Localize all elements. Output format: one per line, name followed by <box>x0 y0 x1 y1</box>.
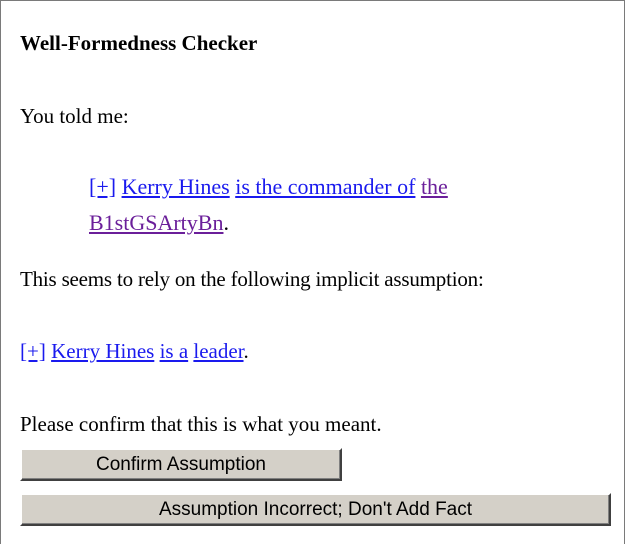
assumption-incorrect-button[interactable]: Assumption Incorrect; Don't Add Fact <box>20 493 611 526</box>
assumption-object-link[interactable]: leader <box>193 339 243 363</box>
assumption-intro-text: This seems to rely on the following impl… <box>20 267 484 291</box>
told-label: You told me: <box>20 104 129 128</box>
expand-fact-link[interactable]: [+] <box>89 174 116 199</box>
page-title: Well-Formedness Checker <box>20 31 258 55</box>
expand-assumption-link[interactable]: [+] <box>20 339 46 363</box>
checker-panel: Well-Formedness Checker You told me: [+]… <box>0 0 625 544</box>
confirm-assumption-button[interactable]: Confirm Assumption <box>20 448 342 481</box>
confirm-prompt: Please confirm that this is what you mea… <box>20 412 382 436</box>
assumption-relation-link[interactable]: is a <box>160 339 189 363</box>
fact-object-line2: B1stGSArtyBn <box>89 210 224 235</box>
stated-fact: [+] Kerry Hines is the commander of the B… <box>89 169 559 241</box>
fact-period: . <box>223 210 229 235</box>
fact-subject-link[interactable]: Kerry Hines <box>122 174 230 199</box>
assumption-period: . <box>243 339 249 363</box>
implicit-assumption: [+] Kerry Hines is a leader. <box>20 339 249 364</box>
fact-relation-link[interactable]: is the commander of <box>235 174 415 199</box>
fact-object-line1: the <box>420 174 448 199</box>
assumption-subject-link[interactable]: Kerry Hines <box>51 339 154 363</box>
